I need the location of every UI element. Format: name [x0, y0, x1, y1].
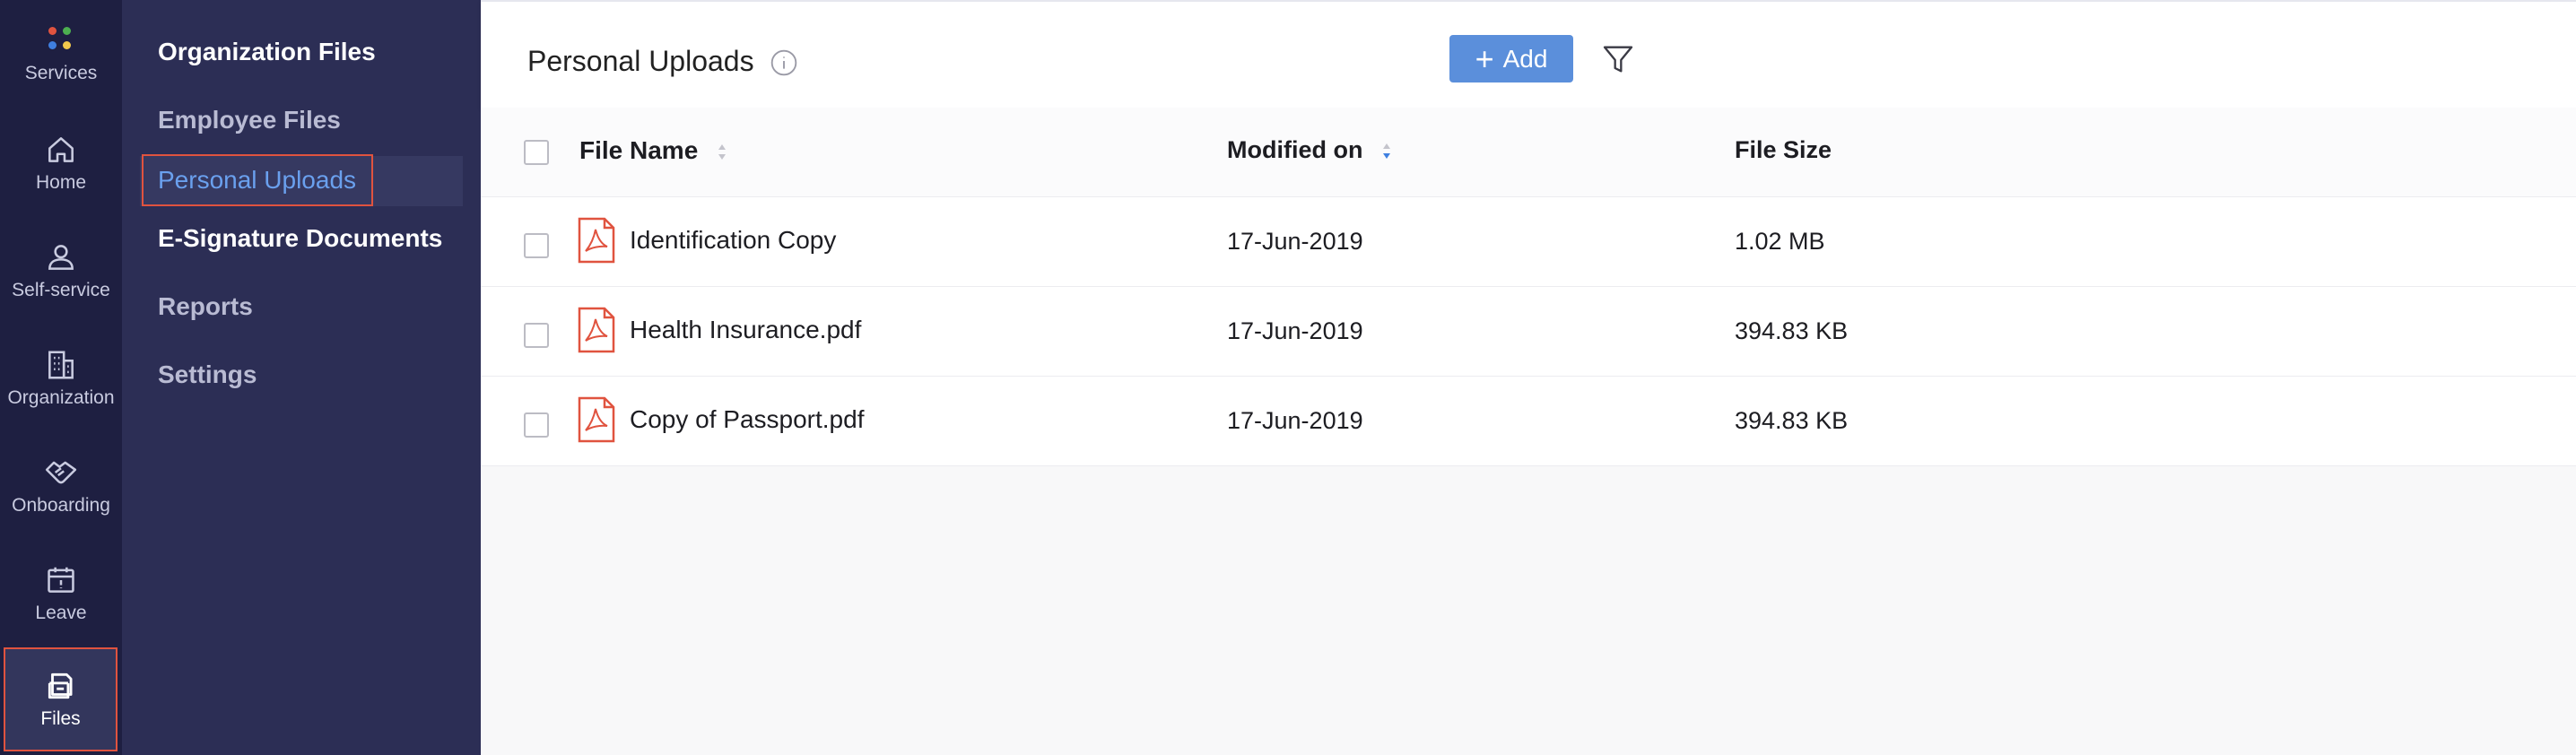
subnav-item-organization-files[interactable]: Organization Files: [158, 38, 376, 66]
modified-date: 17-Jun-2019: [1227, 228, 1363, 255]
file-size: 394.83 KB: [1735, 317, 1849, 344]
rail-label-leave: Leave: [35, 603, 87, 623]
page-title: Personal Uploads: [527, 45, 754, 77]
rail-label-services: Services: [24, 63, 98, 83]
rail-label-files: Files: [40, 708, 81, 729]
rail-label-organization: Organization: [7, 387, 115, 408]
table-row[interactable]: Health Insurance.pdf 17-Jun-2019 394.83 …: [481, 287, 2576, 377]
file-name-link[interactable]: Health Insurance.pdf: [630, 316, 861, 344]
subnav-item-personal-uploads[interactable]: Personal Uploads: [142, 154, 373, 206]
sort-descending-icon[interactable]: [1380, 138, 1393, 165]
subnav-item-settings[interactable]: Settings: [158, 360, 257, 389]
rail-label-onboarding: Onboarding: [12, 495, 110, 516]
row-checkbox[interactable]: [524, 412, 549, 438]
add-button-label: Add: [1502, 44, 1548, 73]
rail-item-files[interactable]: Files: [4, 647, 117, 751]
rail-item-home[interactable]: Home: [0, 133, 122, 194]
rail-item-onboarding[interactable]: Onboarding: [0, 456, 122, 516]
plus-icon: +: [1475, 39, 1494, 77]
sort-icon[interactable]: [716, 139, 728, 166]
table-row[interactable]: Copy of Passport.pdf 17-Jun-2019 394.83 …: [481, 377, 2576, 466]
column-header-file-name-label: File Name: [579, 136, 699, 164]
files-subnav: Organization Files Employee Files Person…: [122, 0, 481, 755]
rail-label-home: Home: [35, 172, 87, 193]
column-header-file-name[interactable]: File Name: [579, 136, 728, 166]
rail-item-leave[interactable]: Leave: [0, 563, 122, 624]
row-checkbox[interactable]: [524, 323, 549, 348]
file-name-link[interactable]: Identification Copy: [630, 226, 836, 255]
table-row[interactable]: Identification Copy 17-Jun-2019 1.02 MB: [481, 197, 2576, 287]
column-header-file-size: File Size: [1735, 136, 1832, 163]
calendar-icon: [48, 567, 74, 593]
subnav-item-e-signature-documents[interactable]: E-Signature Documents: [158, 224, 442, 253]
column-header-modified-on[interactable]: Modified on: [1227, 136, 1393, 165]
column-header-modified-on-label: Modified on: [1227, 136, 1363, 163]
pdf-file-icon: [578, 307, 615, 353]
filter-icon[interactable]: [1600, 41, 1636, 77]
rail-item-organization[interactable]: Organization: [0, 348, 122, 409]
main-content: Personal Uploads + Add File Name Modifie…: [481, 0, 2576, 755]
home-icon: [48, 137, 74, 162]
rail-label-self-service: Self-service: [12, 280, 110, 300]
rail-item-self-service[interactable]: Self-service: [0, 240, 122, 301]
handshake-icon: [45, 461, 77, 484]
pdf-file-icon: [578, 217, 615, 264]
select-all-checkbox[interactable]: [524, 140, 549, 165]
add-button[interactable]: + Add: [1449, 35, 1573, 82]
modified-date: 17-Jun-2019: [1227, 317, 1363, 344]
services-dots-icon: [44, 23, 78, 57]
files-table: File Name Modified on File Size Identifi…: [481, 108, 2576, 466]
icon-rail: Services Home Self-service Organization …: [0, 0, 122, 755]
row-checkbox[interactable]: [524, 233, 549, 258]
file-name-link[interactable]: Copy of Passport.pdf: [630, 405, 864, 434]
table-header-row: File Name Modified on File Size: [481, 108, 2576, 197]
user-icon: [48, 245, 74, 270]
info-icon[interactable]: [770, 48, 798, 77]
building-icon: [48, 351, 74, 379]
subnav-item-employee-files[interactable]: Employee Files: [158, 106, 341, 135]
modified-date: 17-Jun-2019: [1227, 407, 1363, 434]
page-header: Personal Uploads + Add: [481, 0, 2576, 108]
file-size: 394.83 KB: [1735, 407, 1849, 434]
file-size: 1.02 MB: [1735, 228, 1825, 255]
files-icon: [48, 673, 73, 699]
rail-item-services[interactable]: Services: [0, 23, 122, 84]
subnav-item-reports[interactable]: Reports: [158, 292, 253, 321]
pdf-file-icon: [578, 396, 615, 443]
